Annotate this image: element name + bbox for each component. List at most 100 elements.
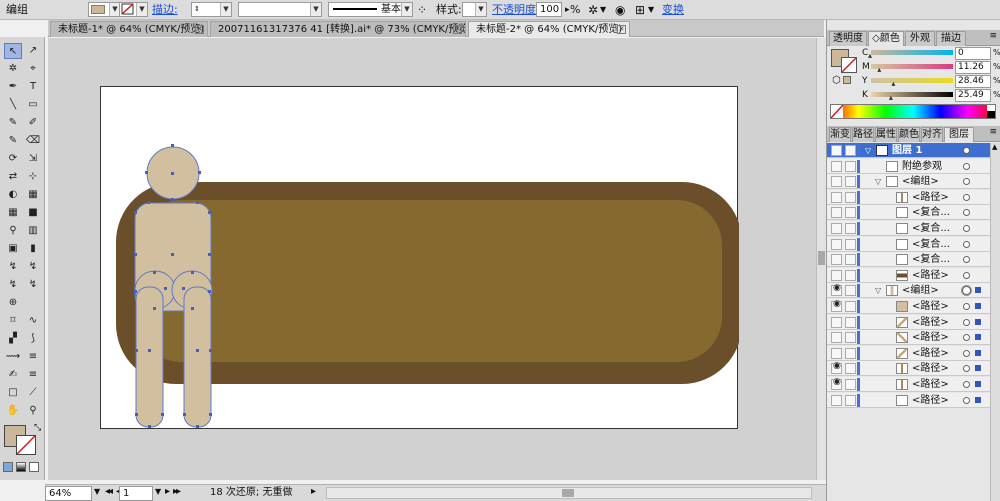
blend-tool-icon[interactable]: ▥ [24,223,42,239]
layer-row[interactable]: ◉ <路径> [827,299,1000,314]
slider-value-c[interactable]: 0 [955,47,991,60]
disclosure-triangle-icon[interactable]: ▽ [875,175,881,188]
pucker-tool-icon[interactable]: ⊕ [4,295,22,311]
stroke-box[interactable] [16,435,36,455]
lock-toggle[interactable] [845,347,856,359]
visibility-toggle[interactable] [831,316,842,328]
eraser-tool-icon[interactable]: ⌫ [24,133,42,149]
selection-square-icon[interactable] [975,334,981,341]
visibility-toggle[interactable] [831,394,842,406]
layer-row[interactable]: <路径> [827,314,1000,330]
layer-row[interactable]: ◉ <路径> [827,377,1000,392]
tab-layers[interactable]: 图层 [944,127,974,142]
tab-align[interactable]: 对齐 [921,127,943,142]
column-graph-tool-icon[interactable]: ▮ [24,241,42,257]
target-circle-icon[interactable] [963,334,970,342]
width-tool-icon[interactable]: ⇄ [4,169,22,185]
line-tool-icon[interactable]: ╲ [4,97,22,113]
layer-row[interactable]: <路径> [827,392,1000,408]
slider-track-c[interactable]: ▴ [868,50,953,60]
hand-tool-icon[interactable]: ⟋ [24,385,42,401]
twirl-tool-icon[interactable]: ↯ [24,277,42,293]
layer-row[interactable]: <复合... [827,221,1000,236]
target-circle-icon[interactable] [963,193,970,201]
lock-toggle[interactable] [845,145,856,156]
chevron-down-icon[interactable]: ▼ [475,3,486,16]
chevron-down-icon[interactable]: ▼ [600,0,606,20]
type-tool-icon[interactable]: T [24,79,42,95]
transform-link[interactable]: 变换 [662,0,684,20]
slider-value-y[interactable]: 28.46 [955,75,991,88]
gradient-mode-icon[interactable] [16,462,26,472]
rotate-tool-icon[interactable]: ⟳ [4,151,22,167]
layer-row[interactable]: ◉ <路径> [827,361,1000,377]
lock-toggle[interactable] [845,176,856,188]
fill-color-swatch[interactable]: ▼ [88,2,121,17]
lock-toggle[interactable] [845,207,856,219]
first-artboard-icon[interactable]: ◂◂ [105,486,113,497]
color-spectrum-ramp[interactable] [830,104,996,119]
layer-row[interactable]: <路径> [827,330,1000,346]
layer-name[interactable]: <路径> [912,315,949,330]
grid-icon[interactable]: ⁘ [417,0,427,20]
warp-tool-icon[interactable]: ↯ [4,277,22,293]
layer-row[interactable]: <路径> [827,345,1000,361]
chevron-down-icon[interactable]: ▼ [401,3,412,16]
artboard-tool-icon[interactable]: ↯ [4,259,22,275]
color-mode-icon[interactable] [3,462,13,472]
selection-square-icon[interactable] [975,349,981,356]
layer-row[interactable]: <复合... [827,252,1000,268]
polar-grid-tool-icon[interactable]: ✍ [4,367,22,383]
rectangle-tool-icon[interactable]: ▭ [24,97,42,113]
tab-document-2[interactable]: 20071161317376 41 [转换].ai* @ 73% (CMYK/预… [210,21,466,37]
globe-icon[interactable]: ◉ [615,0,625,20]
panel-menu-icon[interactable]: ≡ [989,127,997,137]
lock-toggle[interactable] [845,160,856,172]
crystallize-tool-icon[interactable]: ▞ [4,331,22,347]
recolor-artwork-icon[interactable]: ✲ [588,0,598,20]
lock-toggle[interactable] [845,379,856,390]
visibility-toggle[interactable] [831,223,842,234]
layers-scrollbar[interactable]: ▲ [990,143,1000,501]
layer-name[interactable]: <路径> [912,190,949,205]
canvas-area[interactable] [48,38,816,480]
layer-name[interactable]: 附绝参观 [902,159,942,174]
mesh-tool-icon[interactable]: ▦ [4,205,22,221]
layer-row[interactable]: <复合... [827,205,1000,221]
tab-swatches[interactable]: 颜色 [898,127,920,142]
tab-gradient[interactable]: 渐变 [829,127,851,142]
swap-icon[interactable]: ⤡ [34,423,41,433]
visibility-toggle[interactable] [831,332,842,344]
bar-inner-shape[interactable] [136,200,722,362]
layer-row[interactable]: ▽ <编组> [827,174,1000,190]
flare-tool-icon[interactable]: ⚲ [24,403,42,419]
target-circle-icon[interactable] [963,365,970,373]
slider-value-k[interactable]: 25.49 [955,89,991,102]
slider-marker-icon[interactable]: ▴ [877,66,881,74]
layer-name[interactable]: <路径> [912,330,949,345]
chevron-down-icon[interactable]: ▼ [220,3,231,16]
status-menu-icon[interactable]: ▸ [311,486,316,497]
lock-toggle[interactable] [845,254,856,266]
target-circle-icon[interactable] [963,349,970,357]
slider-track-y[interactable]: ▴ [871,78,953,88]
visibility-toggle[interactable] [831,160,842,172]
horizontal-scrollbar[interactable] [326,487,812,499]
pen-tool-icon[interactable]: ✒ [4,79,22,95]
tab-transparency[interactable]: 透明度 [829,31,867,46]
chevron-down-icon[interactable]: ▼ [155,487,161,496]
status-text[interactable]: 18 次还原; 无重做 [210,486,292,500]
align-icon[interactable]: ⊞ [635,0,645,20]
lock-toggle[interactable] [845,269,856,281]
chevron-down-icon[interactable]: ▼ [310,3,321,16]
rectangle-grid-tool-icon[interactable]: ≡ [24,349,42,365]
scale-tool-icon[interactable]: ⇲ [24,151,42,167]
knife-tool-icon[interactable]: □ [4,385,22,401]
stepper-icon[interactable]: ⇕ [194,3,200,16]
selection-tool-icon[interactable]: ↖ [4,43,22,59]
variable-width-profile[interactable]: ▼ [238,2,322,17]
selection-square-icon[interactable] [975,365,981,372]
fill-stroke-indicator[interactable]: ⤡ [4,423,44,459]
visibility-toggle[interactable] [831,207,842,219]
symbol-sprayer-tool-icon[interactable]: ▣ [4,241,22,257]
